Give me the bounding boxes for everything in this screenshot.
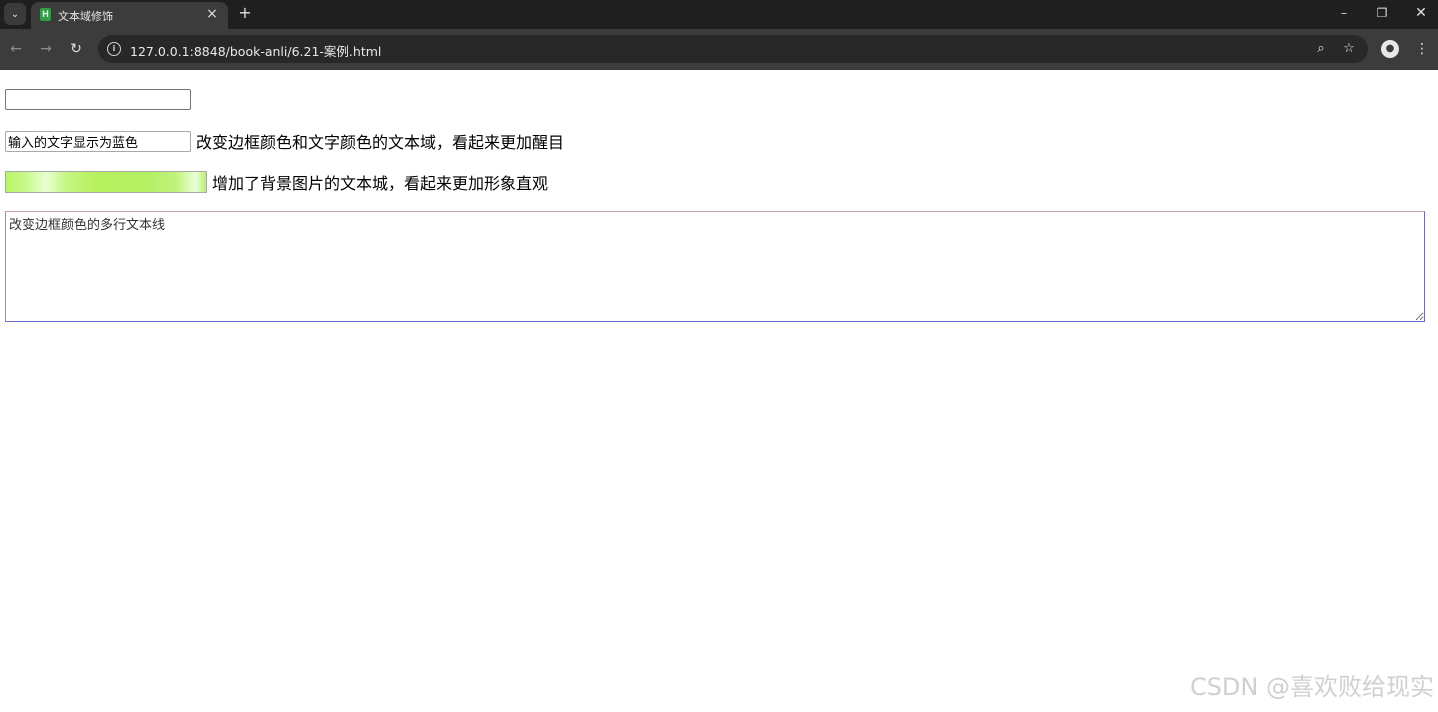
- tab-title: 文本域修饰: [58, 10, 113, 23]
- row-plain-input: [5, 89, 191, 110]
- window-restore-button[interactable]: ❐: [1368, 3, 1396, 23]
- blue-input-label: 改变边框颜色和文字颜色的文本域，看起来更加醒目: [196, 133, 565, 152]
- address-bar[interactable]: i 127.0.0.1:8848/book-anli/6.21-案例.html …: [98, 35, 1368, 63]
- csdn-watermark: CSDN @喜欢败给现实: [1189, 673, 1434, 701]
- more-menu-icon[interactable]: ⋮: [1412, 39, 1432, 59]
- background-input-label: 增加了背景图片的文本城，看起来更加形象直观: [212, 174, 549, 193]
- plain-text-input[interactable]: [5, 89, 191, 110]
- blue-text-input[interactable]: [5, 130, 191, 152]
- background-image-input[interactable]: [5, 171, 207, 193]
- url-text[interactable]: 127.0.0.1:8848/book-anli/6.21-案例.html: [130, 41, 381, 60]
- tab-strip: ⌄ H 文本域修饰 × + – ❐ ✕: [0, 0, 1438, 29]
- zoom-icon[interactable]: ⌕: [1312, 40, 1330, 58]
- multiline-textarea[interactable]: 改变边框颜色的多行文本线: [5, 211, 1425, 322]
- page-content: 改变边框颜色和文字颜色的文本域，看起来更加醒目 增加了背景图片的文本城，看起来更…: [0, 70, 1438, 712]
- chevron-down-icon: ⌄: [10, 8, 20, 20]
- tab-close-icon[interactable]: ×: [204, 6, 220, 22]
- tab-search-button[interactable]: ⌄: [4, 3, 26, 25]
- profile-avatar-icon[interactable]: ●: [1381, 40, 1399, 58]
- browser-window: ⌄ H 文本域修饰 × + – ❐ ✕ ← → ↻ i 127.0.0.1:88…: [0, 0, 1438, 712]
- forward-arrow-icon[interactable]: →: [36, 39, 56, 59]
- active-tab[interactable]: H 文本域修饰 ×: [31, 2, 228, 29]
- row-blue-input: 改变边框颜色和文字颜色的文本域，看起来更加醒目: [5, 129, 564, 153]
- back-arrow-icon[interactable]: ←: [6, 39, 26, 59]
- browser-toolbar: ← → ↻ i 127.0.0.1:8848/book-anli/6.21-案例…: [0, 29, 1438, 70]
- window-minimize-button[interactable]: –: [1330, 3, 1358, 23]
- site-info-icon[interactable]: i: [107, 42, 121, 56]
- new-tab-button[interactable]: +: [236, 4, 254, 22]
- row-background-input: 增加了背景图片的文本城，看起来更加形象直观: [5, 170, 548, 194]
- hbuilder-favicon-icon: H: [40, 8, 51, 21]
- reload-icon[interactable]: ↻: [66, 39, 86, 59]
- window-close-button[interactable]: ✕: [1407, 3, 1435, 23]
- bookmark-star-icon[interactable]: ☆: [1340, 40, 1358, 58]
